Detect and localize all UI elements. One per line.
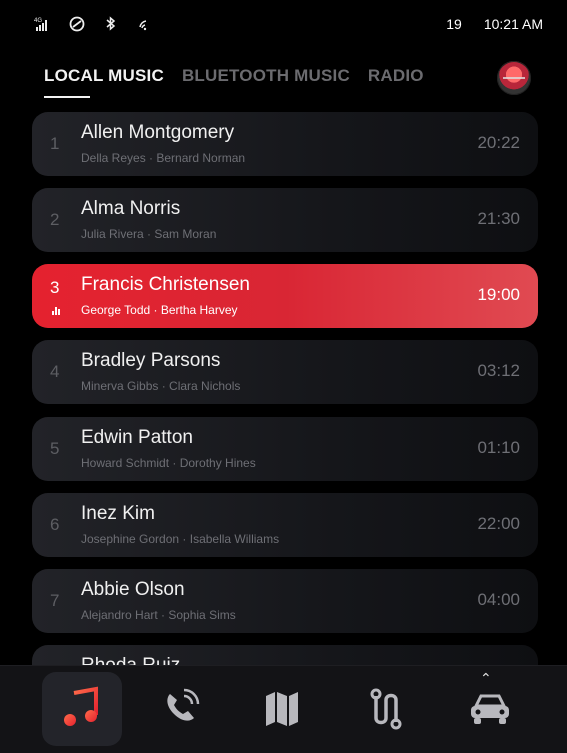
- do-not-disturb-icon: [68, 16, 86, 32]
- car-icon: [466, 686, 514, 735]
- track-row[interactable]: 1 Allen Montgomery Della Reyes · Bernard…: [32, 112, 538, 176]
- nav-music-button[interactable]: [42, 672, 122, 746]
- track-artists: Della Reyes · Bernard Norman: [81, 151, 246, 165]
- track-title: Allen Montgomery: [81, 122, 235, 143]
- clock: 10:21 AM: [483, 16, 543, 32]
- track-row[interactable]: 7 Abbie Olson Alejandro Hart · Sophia Si…: [32, 569, 538, 633]
- track-duration: 04:00: [477, 590, 520, 609]
- source-tabs: LOCAL MUSIC BLUETOOTH MUSIC RADIO: [44, 66, 424, 98]
- bottom-nav-bar: ⌃: [0, 665, 567, 753]
- map-icon: [260, 686, 304, 735]
- tab-local-music[interactable]: LOCAL MUSIC: [44, 66, 164, 98]
- track-duration: 01:10: [477, 438, 520, 457]
- track-title: Abbie Olson: [81, 579, 185, 600]
- bluetooth-icon: [102, 16, 120, 32]
- track-title: Bradley Parsons: [81, 350, 221, 371]
- phone-icon: [158, 686, 202, 735]
- track-title: Francis Christensen: [81, 274, 250, 295]
- signal-4g-icon: 4G: [34, 16, 52, 32]
- track-artists: George Todd · Bertha Harvey: [81, 303, 238, 317]
- route-icon: [364, 686, 408, 735]
- track-row[interactable]: 8 Rhoda Ruiz: [32, 645, 538, 667]
- tab-radio[interactable]: RADIO: [368, 66, 424, 98]
- music-note-icon: [60, 685, 104, 734]
- track-number: 2: [50, 210, 60, 229]
- track-artists: Minerva Gibbs · Clara Nichols: [81, 379, 241, 393]
- nav-phone-button[interactable]: [148, 680, 212, 740]
- equalizer-icon: [52, 307, 60, 315]
- wifi-icon: [136, 16, 154, 32]
- status-bar: 4G 19 10:21 AM: [0, 0, 567, 50]
- track-number: 4: [50, 362, 60, 381]
- nav-route-button[interactable]: [354, 680, 418, 740]
- track-row[interactable]: 2 Alma Norris Julia Rivera · Sam Moran 2…: [32, 188, 538, 252]
- track-number: 3: [50, 278, 60, 297]
- tab-bluetooth-music[interactable]: BLUETOOTH MUSIC: [182, 66, 350, 98]
- track-row[interactable]: 6 Inez Kim Josephine Gordon · Isabella W…: [32, 493, 538, 557]
- nav-car-button[interactable]: [458, 680, 522, 740]
- track-number: 7: [50, 591, 60, 610]
- track-title: Alma Norris: [81, 198, 181, 219]
- track-number: 1: [50, 134, 60, 153]
- track-list[interactable]: 1 Allen Montgomery Della Reyes · Bernard…: [32, 112, 538, 667]
- track-duration: 03:12: [477, 361, 520, 380]
- track-artists: Howard Schmidt · Dorothy Hines: [81, 456, 256, 470]
- nav-map-button[interactable]: [250, 680, 314, 740]
- track-row[interactable]: 4 Bradley Parsons Minerva Gibbs · Clara …: [32, 340, 538, 404]
- track-title: Edwin Patton: [81, 427, 193, 448]
- track-number: 6: [50, 515, 60, 534]
- track-row[interactable]: 5 Edwin Patton Howard Schmidt · Dorothy …: [32, 417, 538, 481]
- track-duration: 22:00: [477, 514, 520, 533]
- track-artists: Alejandro Hart · Sophia Sims: [81, 608, 236, 622]
- temperature: 19: [446, 16, 462, 32]
- track-row-playing[interactable]: 3 Francis Christensen George Todd · Bert…: [32, 264, 538, 328]
- track-artists: Josephine Gordon · Isabella Williams: [81, 532, 280, 546]
- album-art-avatar[interactable]: [497, 61, 531, 95]
- track-title: Inez Kim: [81, 503, 155, 524]
- network-label: 4G: [34, 18, 42, 24]
- track-artists: Julia Rivera · Sam Moran: [81, 227, 217, 241]
- track-duration: 19:00: [477, 285, 520, 304]
- track-duration: 20:22: [477, 133, 520, 152]
- track-number: 5: [50, 439, 60, 458]
- track-duration: 21:30: [477, 209, 520, 228]
